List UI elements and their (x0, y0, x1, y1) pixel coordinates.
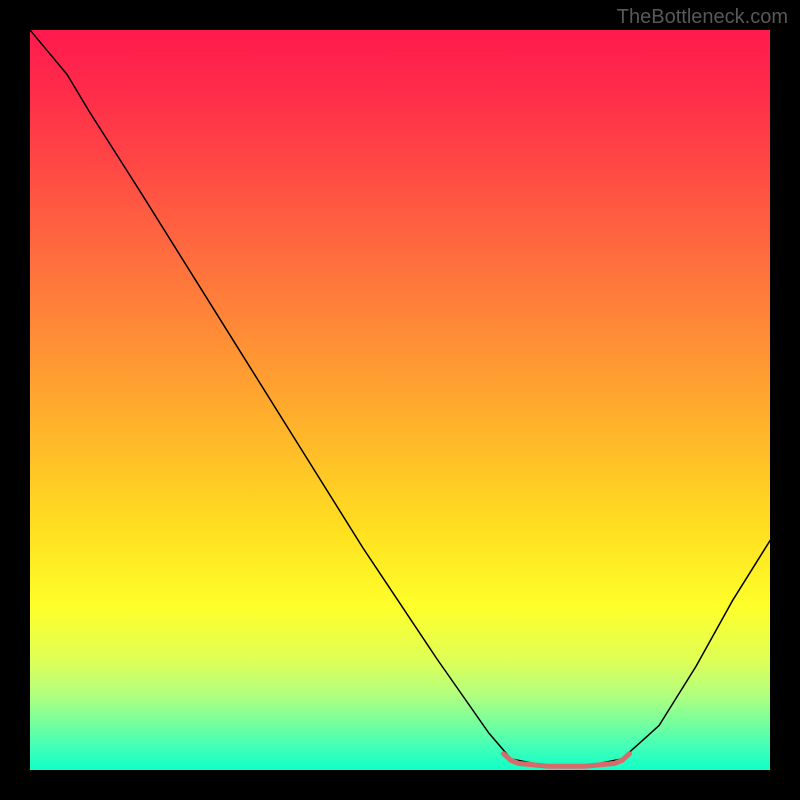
series-highlight-segment (504, 754, 630, 767)
chart-svg (30, 30, 770, 770)
series-curve (30, 30, 770, 766)
chart-area (30, 30, 770, 770)
watermark-text: TheBottleneck.com (617, 6, 788, 29)
